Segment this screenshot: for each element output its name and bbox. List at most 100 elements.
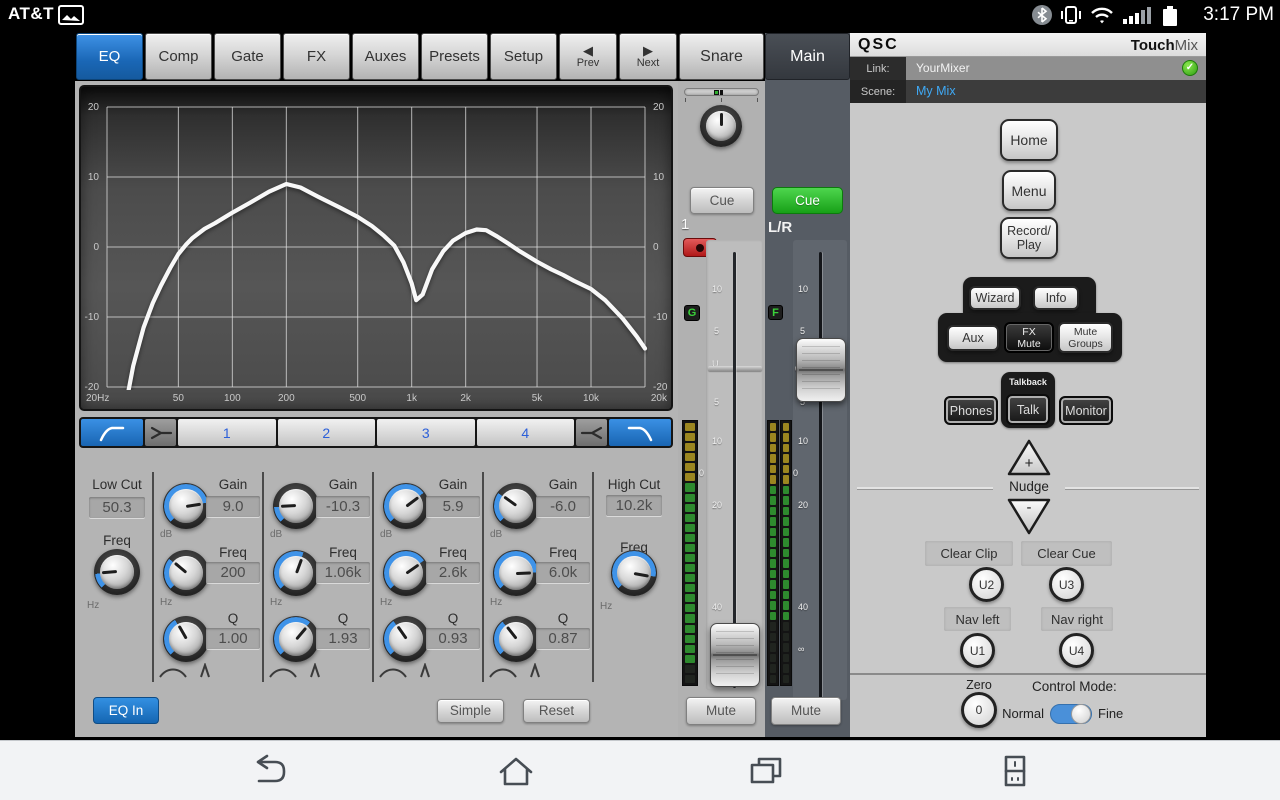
band-2-button[interactable]: 2 (278, 419, 376, 446)
main-tab[interactable]: Main (765, 33, 850, 80)
high-cut-band-button[interactable] (609, 419, 671, 446)
next-channel-button[interactable]: ▶ Next (619, 33, 677, 80)
eq-curve-plot: 2020101000-10-10-20-2020Hz501002005001k2… (81, 87, 671, 409)
level-meter (682, 420, 698, 686)
tab-gate[interactable]: Gate (214, 33, 281, 80)
pan-indicator-dark (720, 90, 723, 95)
aux-button[interactable]: Aux (947, 325, 999, 351)
home-button-android[interactable] (494, 753, 538, 789)
band2-q-knob[interactable] (273, 616, 319, 662)
back-button[interactable] (245, 753, 289, 789)
band1-q-knob[interactable] (163, 616, 209, 662)
reset-button[interactable]: Reset (523, 699, 590, 723)
main-cue-button[interactable]: Cue (772, 187, 843, 214)
svg-text:200: 200 (278, 393, 295, 404)
simple-button[interactable]: Simple (437, 699, 504, 723)
u2-button[interactable]: U2 (969, 567, 1004, 602)
band1-freq-knob[interactable] (163, 550, 209, 596)
recents-button[interactable] (744, 753, 788, 789)
fx-mute-button[interactable]: FXMute (1004, 322, 1054, 353)
monitor-button[interactable]: Monitor (1059, 396, 1113, 425)
prev-arrow-icon: ◀ (583, 44, 593, 57)
band4-q-value: 0.87 (536, 628, 590, 649)
home-button[interactable]: Home (1000, 119, 1058, 161)
low-cut-freq-knob[interactable] (94, 549, 140, 595)
band4-gain-knob[interactable] (493, 483, 539, 529)
split-screen-button[interactable] (993, 753, 1037, 789)
mute-groups-button[interactable]: MuteGroups (1058, 322, 1113, 353)
snare-fader-handle[interactable] (710, 623, 760, 687)
low-shelf-band-button[interactable] (145, 419, 176, 446)
info-button[interactable]: Info (1033, 286, 1079, 310)
fader-scale-mark: 20 (712, 500, 722, 510)
fader-scale-mark: ∞ (798, 644, 804, 654)
band3-gain-knob[interactable] (383, 483, 429, 529)
band2-freq-knob[interactable] (273, 550, 319, 596)
menu-button[interactable]: Menu (1002, 170, 1056, 211)
band1-freq-unit: Hz (160, 597, 172, 608)
wifi-icon (1090, 5, 1114, 25)
low-cut-band-button[interactable] (81, 419, 143, 446)
band-3-button[interactable]: 3 (377, 419, 475, 446)
low-cut-value: 50.3 (89, 497, 145, 518)
channel-name-tab[interactable]: Snare (679, 33, 764, 80)
low-shelf-icon (148, 423, 174, 443)
tab-comp[interactable]: Comp (145, 33, 212, 80)
band2-q-value: 1.93 (316, 628, 370, 649)
snare-mute-button[interactable]: Mute (686, 697, 756, 725)
talk-button[interactable]: Talk (1006, 394, 1050, 425)
nudge-down-button[interactable]: - (1006, 496, 1052, 536)
channel-gain-knob[interactable] (700, 105, 742, 147)
band2-freq-unit: Hz (270, 597, 282, 608)
band4-freq-unit: Hz (490, 597, 502, 608)
prev-channel-button[interactable]: ◀ Prev (559, 33, 617, 80)
band2-gain-knob[interactable] (273, 483, 319, 529)
high-cut-freq-knob[interactable] (611, 550, 657, 596)
main-mute-button[interactable]: Mute (771, 697, 841, 725)
band1-gain-unit: dB (160, 529, 172, 540)
u1-button[interactable]: U1 (960, 633, 995, 668)
snare-cue-button[interactable]: Cue (690, 187, 754, 214)
eq-in-button[interactable]: EQ In (93, 697, 159, 724)
band4-freq-knob[interactable] (493, 550, 539, 596)
phones-button[interactable]: Phones (944, 396, 998, 425)
vibrate-icon (1060, 5, 1082, 25)
low-cut-unit: Hz (87, 600, 99, 611)
tab-auxes[interactable]: Auxes (352, 33, 419, 80)
wide-bell-icon (268, 665, 298, 678)
svg-text:0: 0 (93, 242, 99, 253)
fader-scale-mark: 10 (798, 284, 808, 294)
nudge-up-button[interactable]: + (1006, 438, 1052, 478)
wide-bell-icon (488, 665, 518, 678)
wizard-button[interactable]: Wizard (969, 286, 1021, 310)
svg-text:20k: 20k (651, 393, 668, 404)
band-1-button[interactable]: 1 (178, 419, 276, 446)
svg-text:-10: -10 (85, 312, 100, 323)
band-4-button[interactable]: 4 (477, 419, 575, 446)
high-shelf-band-button[interactable] (576, 419, 607, 446)
narrow-bell-icon (198, 663, 212, 678)
zero-button[interactable]: 0 (961, 692, 997, 728)
tab-eq[interactable]: EQ (76, 33, 143, 80)
band3-freq-knob[interactable] (383, 550, 429, 596)
fx-badge: F (768, 305, 783, 320)
record-play-button[interactable]: Record/Play (1000, 217, 1058, 259)
fader-track (819, 252, 822, 700)
band3-q-knob[interactable] (383, 616, 429, 662)
band4-q-knob[interactable] (493, 616, 539, 662)
touchmix-logo: TouchMix (1131, 37, 1198, 54)
column-divider (482, 472, 484, 682)
band3-gain-unit: dB (380, 529, 392, 540)
tab-presets[interactable]: Presets (421, 33, 488, 80)
scene-value[interactable]: My Mix (916, 84, 956, 98)
band1-gain-knob[interactable] (163, 483, 209, 529)
tab-fx[interactable]: FX (283, 33, 350, 80)
u3-button[interactable]: U3 (1049, 567, 1084, 602)
link-value[interactable]: YourMixer (916, 61, 970, 75)
tab-setup[interactable]: Setup (490, 33, 557, 80)
band4-gain-label: Gain (536, 477, 590, 492)
control-mode-toggle[interactable] (1050, 704, 1092, 724)
u4-button[interactable]: U4 (1059, 633, 1094, 668)
main-fader-handle[interactable] (796, 338, 846, 402)
meter-zero-mark: 0 (793, 468, 798, 478)
